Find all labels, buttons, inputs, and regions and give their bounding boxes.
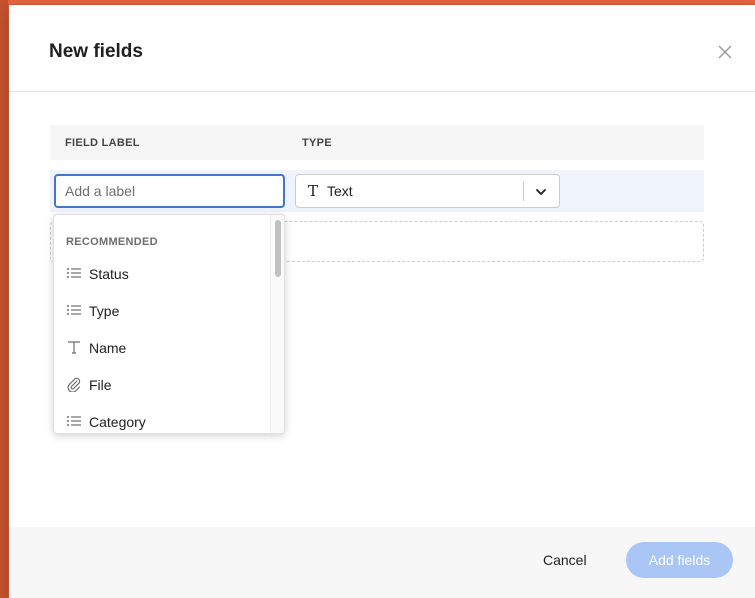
text-type-icon: T	[308, 182, 319, 200]
fields-table-header: FIELD LABEL TYPE	[50, 125, 704, 160]
dropdown-item-label: File	[89, 377, 112, 393]
dropdown-item-label: Category	[89, 414, 146, 430]
cancel-button[interactable]: Cancel	[543, 552, 587, 568]
backdrop	[0, 0, 8, 598]
dropdown-item-label: Status	[89, 266, 129, 282]
dropdown-item-label: Name	[89, 340, 127, 356]
close-icon	[718, 45, 732, 59]
list-icon	[67, 416, 81, 426]
dropdown-item-label: Type	[89, 303, 120, 319]
field-label-column-header: FIELD LABEL	[65, 137, 140, 149]
recommended-fields-dropdown: RECOMMENDED Status Type Name File Catego…	[53, 214, 285, 434]
scrollbar-thumb[interactable]	[275, 220, 281, 277]
select-divider	[523, 181, 524, 201]
dropdown-scrollbar[interactable]	[270, 215, 284, 433]
dropdown-list: Status Type Name File Category	[54, 255, 270, 433]
paperclip-icon	[67, 377, 81, 392]
dialog-header: New fields	[9, 5, 755, 92]
dropdown-item-file[interactable]: File	[54, 366, 270, 403]
dropdown-item-name[interactable]: Name	[54, 329, 270, 366]
field-type-value: Text	[327, 183, 353, 199]
list-icon	[67, 305, 81, 315]
field-label-input[interactable]	[54, 174, 285, 208]
dropdown-item-category[interactable]: Category	[54, 403, 270, 433]
add-fields-button[interactable]: Add fields	[626, 542, 733, 578]
new-fields-dialog: New fields FIELD LABEL TYPE T Text RECOM…	[9, 5, 755, 598]
field-type-select[interactable]: T Text	[295, 174, 560, 208]
close-button[interactable]	[716, 43, 734, 61]
dropdown-item-type[interactable]: Type	[54, 292, 270, 329]
dialog-footer: Cancel Add fields	[9, 527, 755, 598]
type-column-header: TYPE	[302, 137, 332, 149]
dialog-title: New fields	[49, 41, 143, 62]
text-type-icon	[68, 341, 80, 354]
dropdown-section-title: RECOMMENDED	[66, 236, 158, 248]
dropdown-item-status[interactable]: Status	[54, 255, 270, 292]
chevron-down-icon[interactable]	[534, 185, 548, 199]
list-icon	[67, 268, 81, 278]
field-row: T Text	[50, 170, 704, 212]
